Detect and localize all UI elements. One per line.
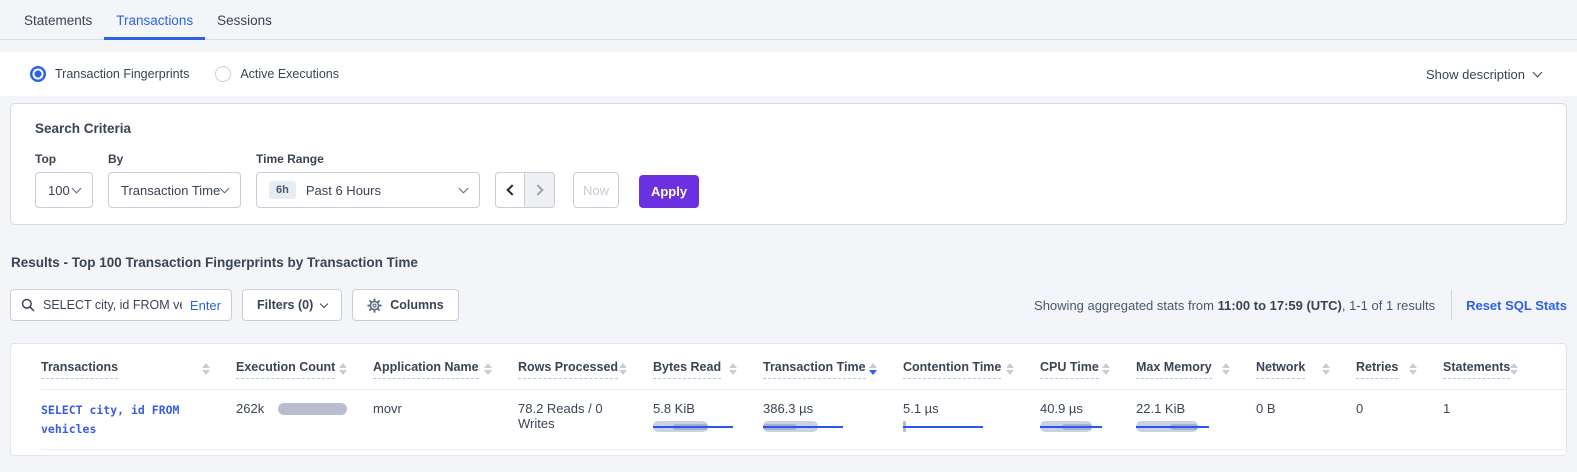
sort-icon[interactable]: [729, 363, 737, 375]
next-time-range-button[interactable]: [525, 172, 555, 208]
transaction-time-bar: [763, 421, 843, 433]
cpu-time-value: 40.9 µs: [1040, 401, 1110, 416]
max-memory-value: 22.1 KiB: [1136, 401, 1230, 416]
gear-icon: [367, 298, 382, 313]
column-header-network[interactable]: Network: [1256, 360, 1356, 379]
radio-transaction-fingerprints[interactable]: Transaction Fingerprints: [30, 66, 189, 82]
search-input[interactable]: [43, 298, 182, 312]
contention-time-bar: [903, 421, 983, 433]
column-header-contention-time[interactable]: Contention Time: [903, 360, 1040, 379]
radio-label: Active Executions: [240, 67, 339, 81]
search-icon: [21, 298, 35, 312]
column-header-retries[interactable]: Retries: [1356, 360, 1443, 379]
by-select-value: Transaction Time: [121, 183, 220, 198]
time-range-label: Time Range: [256, 152, 480, 166]
bytes-read-bar: [653, 421, 733, 433]
apply-button[interactable]: Apply: [639, 175, 699, 208]
transaction-time-value: 386.3 µs: [763, 401, 877, 416]
filters-label: Filters (0): [257, 298, 313, 312]
sort-icon-active-desc[interactable]: [869, 363, 877, 375]
cpu-time-bar: [1040, 421, 1120, 433]
results-heading: Results - Top 100 Transaction Fingerprin…: [11, 255, 1577, 270]
transactions-page: Statements Transactions Sessions Transac…: [0, 0, 1577, 472]
column-header-transactions[interactable]: Transactions: [41, 360, 236, 379]
radio-selected-icon: [30, 66, 46, 82]
sort-icon[interactable]: [202, 363, 210, 375]
sort-icon[interactable]: [484, 363, 492, 375]
time-range-select[interactable]: 6h Past 6 Hours: [256, 172, 480, 208]
execution-count-bar: [278, 403, 347, 415]
column-header-application-name[interactable]: Application Name: [373, 360, 518, 379]
chevron-down-icon: [459, 183, 469, 193]
contention-time-value: 5.1 µs: [903, 401, 1014, 416]
execution-count-value: 262k: [236, 401, 264, 416]
column-header-max-memory[interactable]: Max Memory: [1136, 360, 1256, 379]
column-header-transaction-time[interactable]: Transaction Time: [763, 360, 903, 379]
time-range-value: Past 6 Hours: [306, 183, 381, 198]
table-header-row: Transactions Execution Count Application…: [41, 348, 1566, 379]
retries-value: 0: [1356, 401, 1443, 416]
max-memory-bar: [1136, 421, 1216, 433]
columns-label: Columns: [390, 298, 443, 312]
view-mode-strip: Transaction Fingerprints Active Executio…: [0, 52, 1577, 96]
chevron-down-icon: [320, 299, 328, 307]
search-enter-button[interactable]: Enter: [190, 298, 221, 313]
sort-icon[interactable]: [1409, 363, 1417, 375]
time-range-badge: 6h: [269, 181, 296, 199]
statement-search-box[interactable]: Enter: [10, 289, 232, 321]
page-tabs: Statements Transactions Sessions: [0, 0, 1577, 40]
column-header-bytes-read[interactable]: Bytes Read: [653, 360, 763, 379]
column-header-execution-count[interactable]: Execution Count: [236, 360, 373, 379]
by-label: By: [108, 152, 241, 166]
search-criteria-title: Search Criteria: [35, 121, 1542, 136]
reset-sql-stats-link[interactable]: Reset SQL Stats: [1466, 298, 1567, 313]
sort-icon[interactable]: [1322, 363, 1330, 375]
bytes-read-value: 5.8 KiB: [653, 401, 737, 416]
rows-processed-value: 78.2 Reads / 0 Writes: [518, 401, 653, 431]
radio-active-executions[interactable]: Active Executions: [215, 66, 339, 82]
table-row: SELECT city, id FROM vehicles 262k movr …: [41, 389, 1566, 450]
top-label: Top: [35, 152, 93, 166]
transactions-table: Transactions Execution Count Application…: [10, 343, 1567, 456]
radio-unselected-icon: [215, 66, 231, 82]
transaction-fingerprint-link[interactable]: SELECT city, id FROM vehicles: [41, 401, 211, 439]
column-header-statements[interactable]: Statements: [1443, 360, 1543, 379]
column-header-rows-processed[interactable]: Rows Processed: [518, 360, 653, 379]
tab-sessions[interactable]: Sessions: [205, 3, 284, 40]
show-description-toggle[interactable]: Show description: [1426, 67, 1541, 82]
column-header-cpu-time[interactable]: CPU Time: [1040, 360, 1136, 379]
network-value: 0 B: [1256, 401, 1356, 416]
aggregated-stats-note: Showing aggregated stats from 11:00 to 1…: [1034, 298, 1435, 313]
sort-icon[interactable]: [1006, 363, 1014, 375]
chevron-down-icon: [220, 183, 230, 193]
sort-icon[interactable]: [339, 363, 347, 375]
sort-icon[interactable]: [619, 363, 627, 375]
stats-time-range: 11:00 to 17:59 (UTC): [1218, 298, 1342, 313]
radio-label: Transaction Fingerprints: [55, 67, 189, 81]
top-select-value: 100: [48, 183, 70, 198]
divider: [1451, 290, 1452, 320]
chevron-left-icon: [506, 184, 517, 195]
search-criteria-card: Search Criteria Top 100 By Transaction T…: [10, 103, 1567, 225]
sort-icon[interactable]: [1222, 363, 1230, 375]
sort-icon[interactable]: [1102, 363, 1110, 375]
chevron-down-icon: [1533, 67, 1543, 77]
statements-value: 1: [1443, 401, 1543, 416]
by-select[interactable]: Transaction Time: [108, 172, 241, 208]
chevron-down-icon: [72, 183, 82, 193]
application-name-value: movr: [373, 401, 518, 416]
show-description-label: Show description: [1426, 67, 1525, 82]
top-select[interactable]: 100: [35, 172, 93, 208]
chevron-right-icon: [532, 184, 543, 195]
results-controls: Enter Filters (0) Columns Showing aggreg…: [0, 289, 1577, 321]
columns-button[interactable]: Columns: [352, 289, 458, 321]
tab-transactions[interactable]: Transactions: [104, 3, 205, 40]
sort-icon[interactable]: [1510, 363, 1518, 375]
now-button[interactable]: Now: [573, 172, 619, 208]
time-range-pager: [495, 172, 555, 208]
tab-statements[interactable]: Statements: [12, 3, 104, 40]
previous-time-range-button[interactable]: [495, 172, 525, 208]
filters-button[interactable]: Filters (0): [242, 289, 342, 321]
